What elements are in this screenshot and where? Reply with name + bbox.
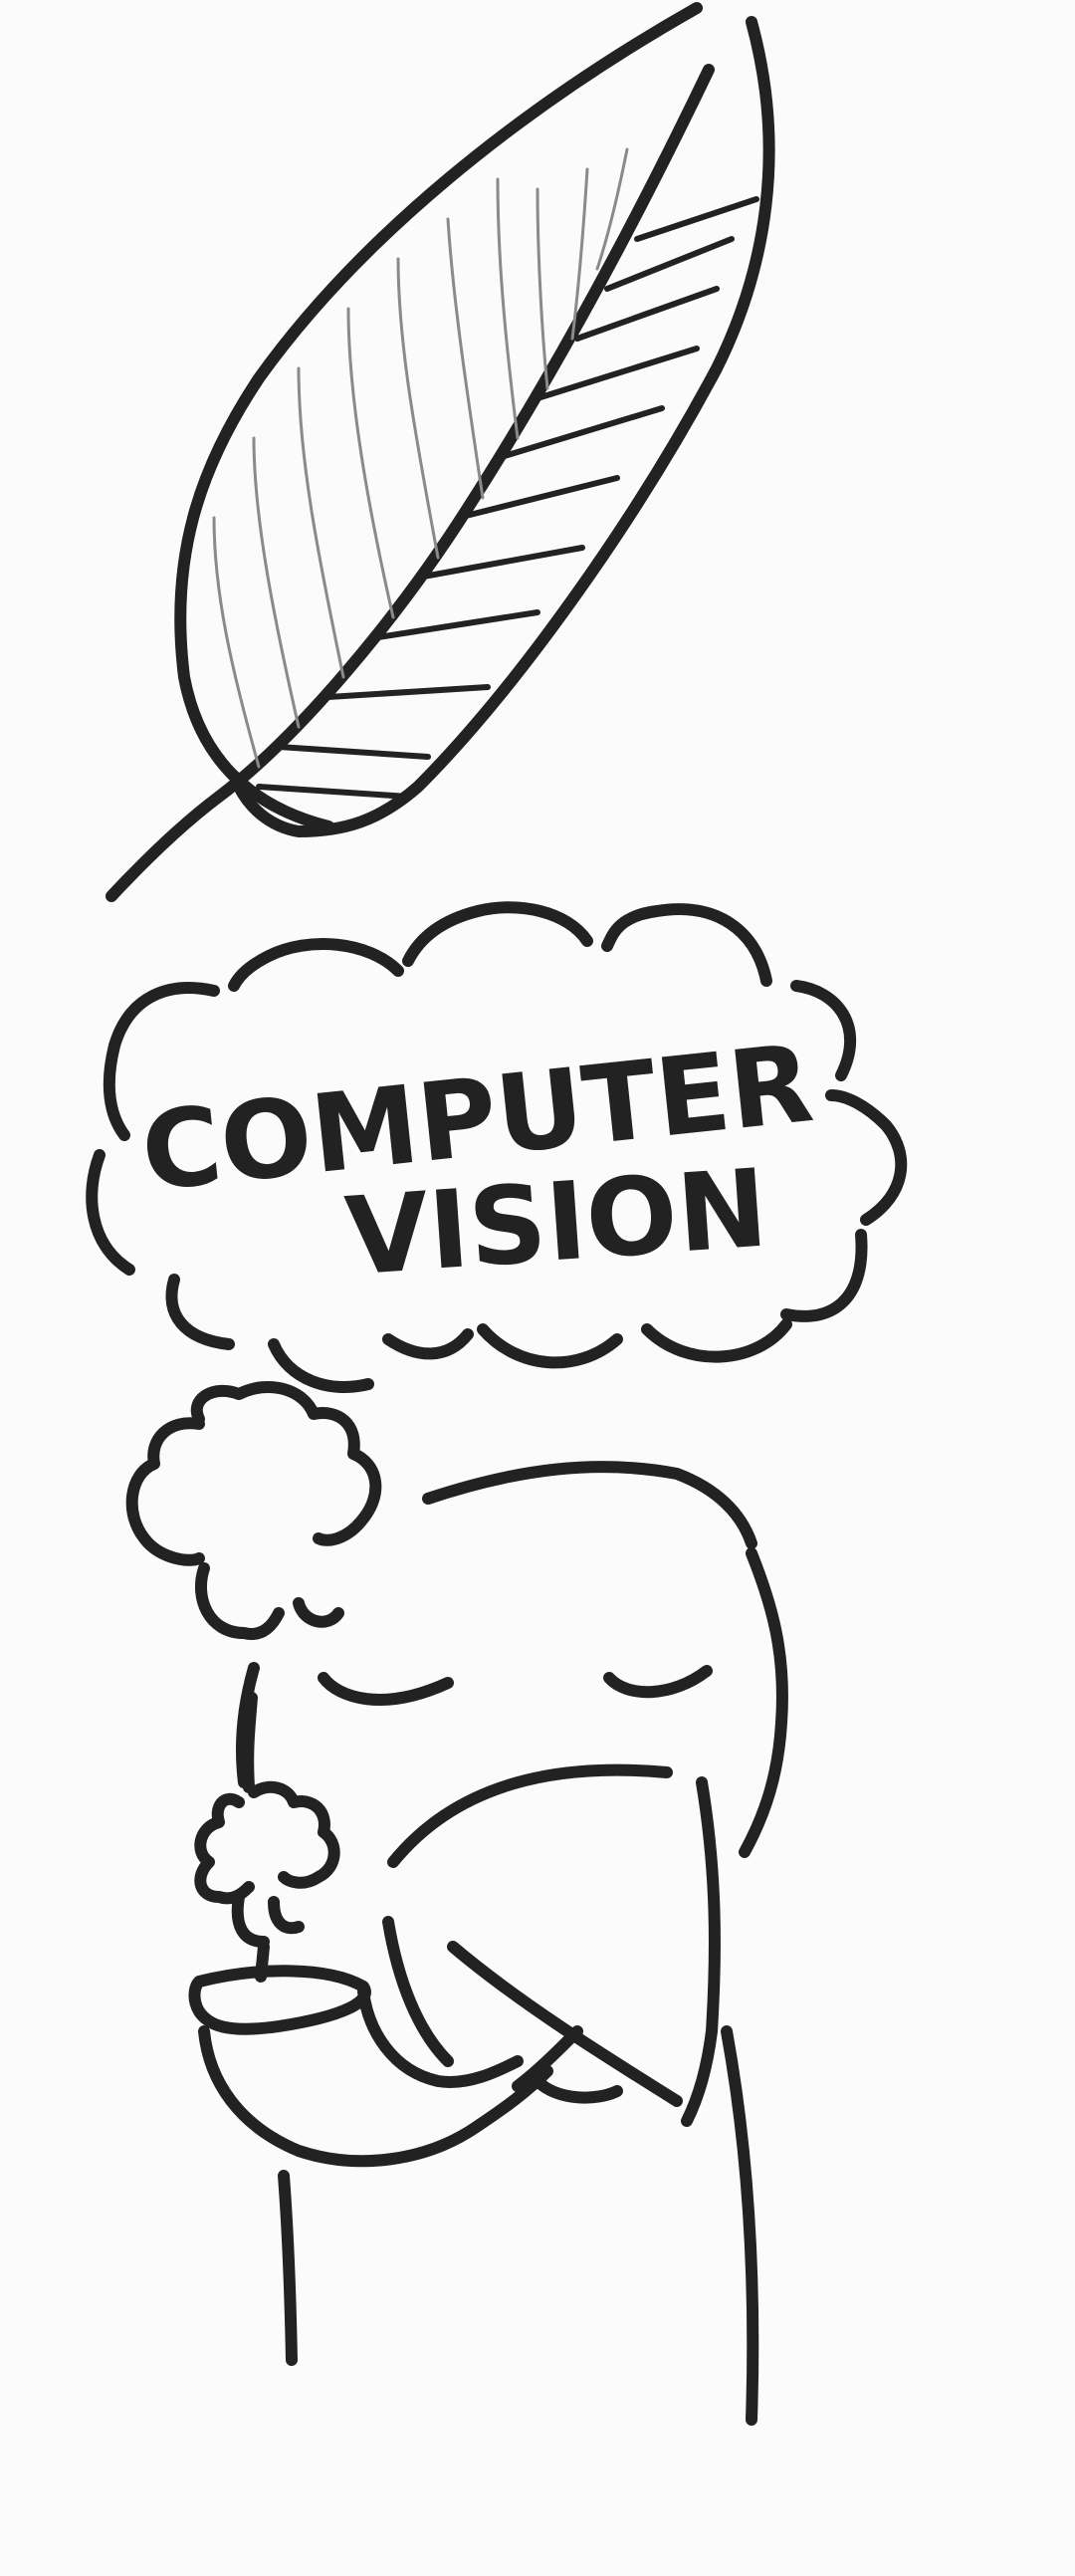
leaf-icon [106, 2, 775, 902]
cup-icon [188, 1965, 553, 2168]
thought-cloud: COMPUTER VISION [86, 901, 908, 1393]
drawing-canvas: COMPUTER VISION [0, 0, 1075, 2576]
steam-puffs [125, 1380, 382, 1983]
sketch-illustration: COMPUTER VISION [86, 2, 908, 2426]
